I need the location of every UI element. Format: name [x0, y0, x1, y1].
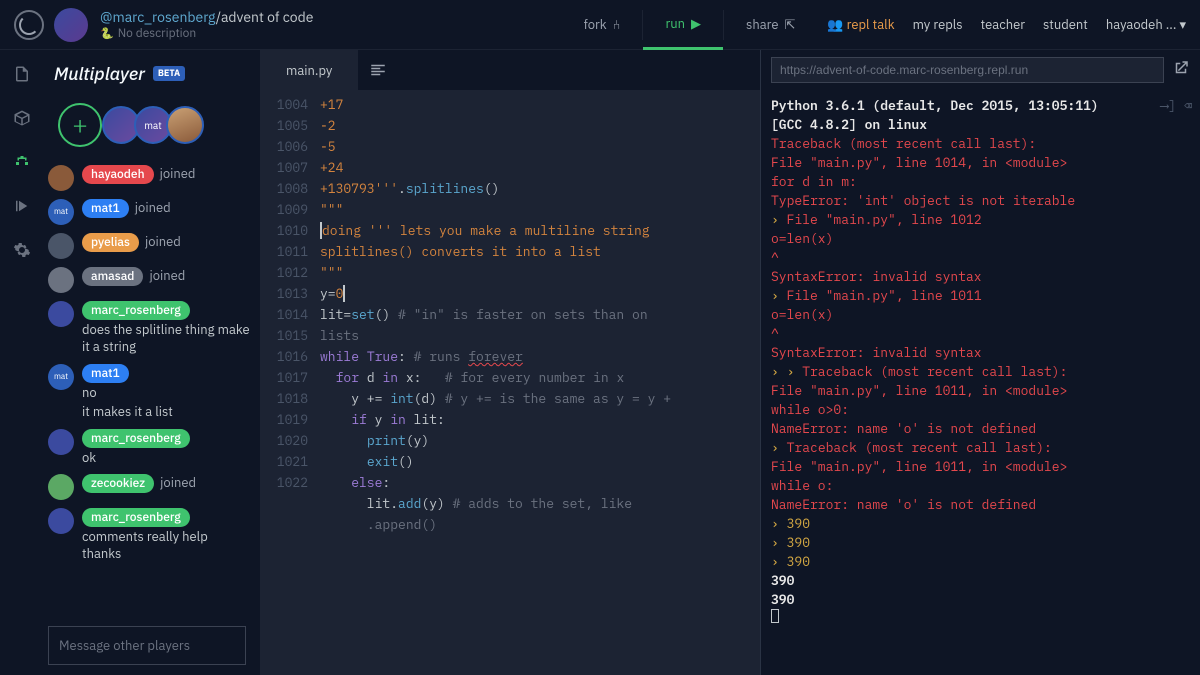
user-pill[interactable]: amasad: [82, 267, 143, 286]
chat-message: does the splitline thing make it a strin…: [82, 322, 250, 356]
terminal-cursor: [771, 609, 779, 623]
user-pill[interactable]: hayaodeh: [82, 165, 154, 184]
feed-avatar: [48, 474, 74, 500]
multiplayer-icon[interactable]: [12, 152, 32, 172]
terminal-exit-icon[interactable]: ⟶]: [1161, 96, 1177, 115]
user-avatar[interactable]: [166, 106, 204, 144]
code-editor[interactable]: 1004100510061007100810091010101110121013…: [260, 90, 760, 675]
icon-rail: [0, 50, 44, 675]
chat-message: no: [82, 385, 250, 402]
feed-avatar: [48, 267, 74, 293]
student-link[interactable]: student: [1043, 16, 1088, 33]
user-pill[interactable]: zecookiez: [82, 474, 154, 493]
user-pill[interactable]: pyelias: [82, 233, 139, 252]
user-pill[interactable]: marc_rosenberg: [82, 508, 190, 527]
open-external-icon[interactable]: [1172, 59, 1190, 81]
file-tab[interactable]: main.py: [260, 50, 358, 90]
editor-panel: main.py 10041005100610071008100910101011…: [260, 50, 760, 675]
chat-message: comments really help thanks: [82, 529, 250, 563]
replit-logo[interactable]: [14, 10, 44, 40]
feed-item: amasad joined: [48, 263, 250, 297]
settings-icon[interactable]: [12, 240, 32, 260]
people-icon: 👥: [827, 16, 843, 33]
feed-item: pyelias joined: [48, 229, 250, 263]
feed-item: marc_rosenbergok: [48, 425, 250, 471]
packages-icon[interactable]: [12, 108, 32, 128]
chevron-down-icon: ▾: [1179, 16, 1186, 33]
url-bar: [761, 50, 1200, 90]
feed-item: mat mat1 no it makes it a list: [48, 360, 250, 425]
tabs-row: main.py: [260, 50, 760, 90]
feed-avatar: [48, 301, 74, 327]
user-menu[interactable]: hayaodeh ... ▾: [1106, 16, 1186, 33]
project-name: /advent of code: [216, 8, 314, 26]
project-info: @marc_rosenberg/advent of code No descri…: [100, 8, 313, 41]
debugger-icon[interactable]: [12, 196, 32, 216]
feed-avatar: [48, 165, 74, 191]
multiplayer-panel: Multiplayer BETA + mat hayaodeh joined ma…: [44, 50, 260, 675]
user-pill[interactable]: marc_rosenberg: [82, 301, 190, 320]
chat-message: it makes it a list: [82, 404, 250, 421]
feed-avatar: mat: [48, 364, 74, 390]
add-user-button[interactable]: +: [58, 103, 102, 147]
terminal[interactable]: ⟶] ⌫ Python 3.6.1 (default, Dec 2015, 13…: [761, 90, 1200, 675]
fork-button[interactable]: fork ⑃: [562, 0, 643, 50]
multiplayer-title: Multiplayer: [54, 62, 145, 85]
user-pill[interactable]: marc_rosenberg: [82, 429, 190, 448]
project-avatar[interactable]: [54, 8, 88, 42]
format-icon[interactable]: [358, 50, 398, 90]
output-panel: ⟶] ⌫ Python 3.6.1 (default, Dec 2015, 13…: [760, 50, 1200, 675]
message-input[interactable]: Message other players: [48, 626, 246, 665]
fork-icon: ⑃: [613, 16, 621, 33]
feed-item: zecookiez joined: [48, 470, 250, 504]
feed-item: marc_rosenbergdoes the splitline thing m…: [48, 297, 250, 360]
chat-feed: hayaodeh joinedmatmat1 joinedpyelias joi…: [44, 161, 250, 618]
main: Multiplayer BETA + mat hayaodeh joined ma…: [0, 50, 1200, 675]
feed-item: marc_rosenberg comments really help thank…: [48, 504, 250, 567]
feed-avatar: [48, 429, 74, 455]
share-icon: ⇱: [785, 16, 796, 33]
top-bar: @marc_rosenberg/advent of code No descri…: [0, 0, 1200, 50]
avatars-row: + mat: [44, 95, 250, 161]
beta-badge: BETA: [153, 66, 185, 81]
url-input[interactable]: [771, 57, 1164, 83]
feed-item: hayaodeh joined: [48, 161, 250, 195]
my-repls-link[interactable]: my repls: [913, 16, 963, 33]
share-button[interactable]: share ⇱: [724, 0, 817, 50]
user-pill[interactable]: mat1: [82, 199, 129, 218]
owner-link[interactable]: @marc_rosenberg: [100, 8, 216, 26]
feed-avatar: mat: [48, 199, 74, 225]
chat-message: ok: [82, 450, 250, 467]
feed-avatar: [48, 508, 74, 534]
play-icon: ▶: [691, 15, 701, 32]
user-pill[interactable]: mat1: [82, 364, 129, 383]
feed-avatar: [48, 233, 74, 259]
run-button[interactable]: run ▶: [643, 0, 723, 50]
terminal-clear-icon[interactable]: ⌫: [1184, 96, 1192, 115]
teacher-link[interactable]: teacher: [981, 16, 1025, 33]
files-icon[interactable]: [12, 64, 32, 84]
project-description: No description: [100, 26, 313, 41]
feed-item: matmat1 joined: [48, 195, 250, 229]
repl-talk-link[interactable]: 👥 repl talk: [827, 16, 894, 33]
